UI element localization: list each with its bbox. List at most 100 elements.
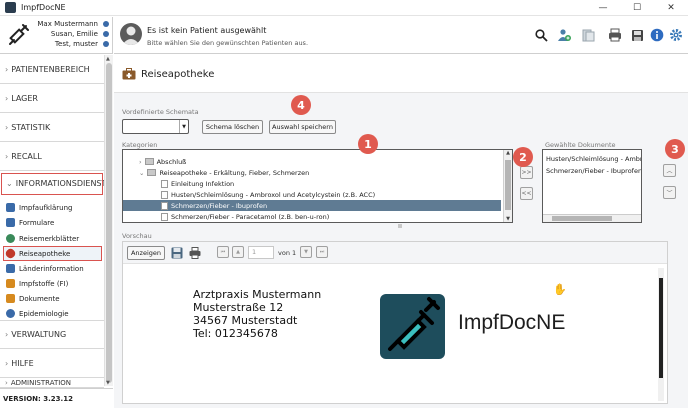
- info-icon[interactable]: [650, 28, 664, 42]
- folder-icon: [147, 169, 157, 176]
- preview-label: Vorschau: [122, 232, 152, 240]
- user-line-3: Test, muster: [54, 40, 98, 48]
- sidebar-item-impfstoffe[interactable]: Impfstoffe (FI): [6, 277, 102, 290]
- categories-tree[interactable]: › Abschluß ⌄ Reiseapotheke - Erkältung, Fi…: [122, 149, 513, 223]
- tree-row-label: Reiseapotheke - Erkältung, Fieber, Schme…: [159, 168, 310, 177]
- search-icon[interactable]: [534, 28, 548, 42]
- sidebar-item-impfaufklaerung[interactable]: Impfaufklärung: [6, 201, 102, 214]
- print-icon[interactable]: [189, 247, 201, 259]
- page-number-input[interactable]: 1: [248, 246, 274, 259]
- chosen-scroll-thumb[interactable]: [552, 216, 612, 221]
- sidebar-item-label: Reisemerkblätter: [19, 234, 80, 243]
- tree-row-label: Schmerzen/Fieber - Paracetamol (z.B. ben…: [171, 212, 330, 221]
- preview-scrollbar[interactable]: [658, 268, 664, 401]
- tree-row[interactable]: ⌄ Reiseapotheke - Erkältung, Fieber, Schm…: [123, 167, 501, 178]
- disk-icon[interactable]: [630, 28, 644, 42]
- first-page-icon[interactable]: ⏮: [217, 246, 229, 258]
- chosen-hscrollbar[interactable]: [543, 214, 641, 222]
- sidebar-section-statistik[interactable]: › STATISTIK: [0, 113, 104, 142]
- sidebar-item-label: Reiseapotheke: [19, 249, 71, 258]
- section-label: RECALL: [11, 151, 42, 161]
- sidebar-section-recall[interactable]: › RECALL: [0, 142, 104, 171]
- tree-row[interactable]: Einleitung Infektion: [123, 178, 501, 189]
- user-panel: Max Mustermann Susan, Emilie Test, muste…: [0, 17, 113, 54]
- add-patient-icon[interactable]: [557, 28, 571, 42]
- preview-document: Arztpraxis Mustermann Musterstraße 12 34…: [131, 268, 652, 401]
- sidebar-section-administration[interactable]: › ADMINISTRATION: [0, 379, 104, 388]
- document-icon: [161, 212, 168, 221]
- close-button[interactable]: ✕: [654, 0, 688, 16]
- sidebar-scroll-thumb[interactable]: [106, 63, 112, 383]
- chevron-right-icon: ›: [5, 93, 9, 103]
- print-icon[interactable]: [608, 28, 622, 42]
- preview-panel: Anzeigen ⏮ ▲ 1 von 1 ▼ ⏭ Arztpraxis Must…: [122, 241, 668, 404]
- sidebar-item-label: Formulare: [19, 218, 55, 227]
- move-down-button[interactable]: ﹀: [663, 186, 676, 199]
- list-item[interactable]: Schmerzen/Fieber - Ibuprofen: [543, 165, 641, 176]
- add-document-button[interactable]: >>: [520, 166, 533, 179]
- sidebar-scrollbar[interactable]: ▲ ▼: [104, 55, 113, 386]
- sidebar-section-hilfe[interactable]: › HILFE: [0, 349, 104, 378]
- medical-kit-icon: [122, 68, 136, 80]
- user-name: Max Mustermann: [37, 20, 98, 28]
- sidebar-item-reisemerkblaetter[interactable]: Reisemerkblätter: [6, 232, 102, 245]
- show-preview-button[interactable]: Anzeigen: [127, 246, 165, 260]
- previous-page-icon[interactable]: ▲: [232, 246, 244, 258]
- tree-row[interactable]: Schmerzen/Fieber - Paracetamol (z.B. ben…: [123, 211, 501, 222]
- user-icon: [103, 21, 109, 27]
- sidebar-item-label: Impfaufklärung: [19, 203, 73, 212]
- tree-row[interactable]: › Abschluß: [123, 156, 501, 167]
- sidebar-item-laenderinformation[interactable]: Länderinformation: [6, 262, 102, 275]
- sidebar-section-lager[interactable]: › LAGER: [0, 84, 104, 113]
- chosen-documents-list[interactable]: Husten/Schleimlösung - Ambroxol Schmerze…: [542, 149, 642, 223]
- user-icon: [103, 41, 109, 47]
- section-label: PATIENTENBEREICH: [11, 64, 90, 74]
- document-icon: [161, 201, 168, 210]
- chevron-down-icon[interactable]: ▼: [179, 120, 188, 133]
- list-item[interactable]: Husten/Schleimlösung - Ambroxol: [543, 153, 641, 164]
- step-badge-4: 4: [291, 95, 311, 115]
- tree-row-label: Schmerzen/Fieber - Ibuprofen: [171, 201, 268, 210]
- sidebar: › PATIENTENBEREICH › LAGER › STATISTIK › REC…: [0, 55, 113, 388]
- impfdoc-logo-icon: [380, 294, 445, 359]
- address-line: Tel: 012345678: [193, 327, 278, 340]
- schema-select[interactable]: ▼: [122, 119, 189, 134]
- categories-scrollbar[interactable]: ▲ ▼: [503, 150, 512, 222]
- sidebar-section-verwaltung[interactable]: › VERWALTUNG: [0, 320, 104, 349]
- tree-row-selected[interactable]: Schmerzen/Fieber - Ibuprofen: [123, 200, 501, 211]
- remove-document-button[interactable]: <<: [520, 187, 533, 200]
- tree-row[interactable]: Husten/Schleimlösung - Ambroxol und Acet…: [123, 189, 501, 200]
- categories-scroll-thumb[interactable]: [505, 160, 511, 210]
- hand-cursor-icon: ✋: [553, 283, 567, 296]
- user-icon: [103, 31, 109, 37]
- splitter-handle[interactable]: [398, 224, 402, 228]
- sidebar-item-label: Epidemiologie: [19, 309, 69, 318]
- document-icon: [6, 203, 15, 212]
- next-page-icon[interactable]: ▼: [300, 246, 312, 258]
- chevron-right-icon[interactable]: ›: [139, 158, 142, 166]
- preview-scroll-thumb[interactable]: [659, 278, 663, 378]
- sidebar-item-reiseapotheke[interactable]: Reiseapotheke: [3, 246, 102, 261]
- folder-icon: [144, 158, 154, 165]
- step-badge-2: 2: [513, 147, 533, 167]
- logo-text: ImpfDocNE: [458, 311, 566, 334]
- section-label: HILFE: [11, 358, 34, 368]
- chevron-right-icon: ›: [5, 64, 9, 74]
- last-page-icon[interactable]: ⏭: [316, 246, 328, 258]
- chosen-documents-label: Gewählte Dokumente: [545, 141, 616, 149]
- sidebar-section-patientenbereich[interactable]: › PATIENTENBEREICH: [0, 55, 104, 84]
- section-label: INFORMATIONSDIENST: [15, 179, 107, 188]
- clipboard-icon[interactable]: [581, 28, 595, 42]
- maximize-button[interactable]: ☐: [620, 0, 654, 16]
- sidebar-item-epidemiologie[interactable]: Epidemiologie: [6, 307, 102, 320]
- save-icon[interactable]: [171, 247, 183, 259]
- minimize-button[interactable]: —: [586, 0, 620, 16]
- chevron-down-icon[interactable]: ⌄: [139, 169, 144, 177]
- sidebar-item-formulare[interactable]: Formulare: [6, 216, 102, 229]
- save-selection-button[interactable]: Auswahl speichern: [269, 120, 336, 134]
- delete-schema-button[interactable]: Schema löschen: [202, 120, 263, 134]
- sidebar-section-informationsdienst[interactable]: ⌄ INFORMATIONSDIENST: [1, 173, 106, 195]
- sidebar-item-dokumente[interactable]: Dokumente: [6, 292, 102, 305]
- settings-icon[interactable]: [669, 28, 683, 42]
- move-up-button[interactable]: ︿: [663, 164, 676, 177]
